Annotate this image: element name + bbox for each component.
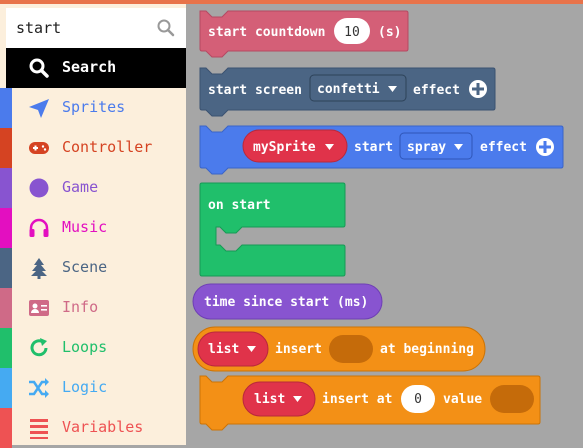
category-label: Variables <box>62 418 144 436</box>
block-label: insert <box>275 342 322 357</box>
block-suffix: at beginning <box>380 342 474 357</box>
circle-icon <box>29 178 49 198</box>
category-stripe <box>0 168 12 208</box>
category-label: Controller <box>62 138 153 156</box>
category-sprites[interactable]: Sprites <box>0 88 186 128</box>
category-scene[interactable]: Scene <box>0 248 186 288</box>
time-since-start-block[interactable]: time since start (ms) <box>192 283 383 320</box>
toolbox: Search Sprites Controller Game <box>0 4 186 448</box>
category-stripe <box>0 248 12 288</box>
block-label: time since start (ms) <box>204 295 368 310</box>
category-label: Music <box>62 218 108 236</box>
category-game[interactable]: Game <box>0 168 186 208</box>
category-logic[interactable]: Logic <box>0 368 186 408</box>
category-stripe <box>0 88 12 128</box>
block-suffix: effect <box>413 83 460 98</box>
toolbox-search[interactable] <box>6 8 186 48</box>
block-suffix: effect <box>480 140 527 155</box>
block-label: insert at <box>322 392 392 407</box>
category-search[interactable]: Search <box>6 48 186 88</box>
block-workspace[interactable]: start countdown 10 (s) start screen conf… <box>186 4 583 445</box>
add-parameter-icon[interactable] <box>469 80 487 98</box>
value-input-slot[interactable] <box>490 385 534 413</box>
shuffle-icon <box>29 378 49 398</box>
start-countdown-block[interactable]: start countdown 10 (s) <box>199 10 409 58</box>
block-label: start <box>354 140 393 155</box>
headphones-icon <box>29 218 49 237</box>
value-input-slot[interactable] <box>329 335 373 363</box>
list-icon <box>30 419 48 439</box>
category-label: Scene <box>62 258 108 276</box>
refresh-icon <box>30 338 48 357</box>
list-var-name: list <box>208 342 239 357</box>
sprite-effect-value: spray <box>407 140 446 155</box>
block-label: on start <box>208 198 271 213</box>
countdown-value: 10 <box>344 25 360 40</box>
list-insert-at-beginning-block[interactable]: list insert at beginning <box>192 326 486 372</box>
add-parameter-icon[interactable] <box>536 138 554 156</box>
screen-effect-value: confetti <box>317 82 380 97</box>
category-variables[interactable]: Variables <box>0 408 186 448</box>
workspace-canvas: start countdown 10 (s) start screen conf… <box>192 10 564 431</box>
category-controller[interactable]: Controller <box>0 128 186 168</box>
block-label: start screen <box>208 83 302 98</box>
sprite-start-effect-block[interactable]: mySprite start spray effect <box>199 125 564 175</box>
block-suffix: value <box>443 392 482 407</box>
index-value: 0 <box>414 392 422 407</box>
category-stripe <box>0 128 12 168</box>
category-label: Logic <box>62 378 108 396</box>
search-input[interactable] <box>16 16 146 40</box>
id-card-icon <box>29 300 49 316</box>
category-label: Loops <box>62 338 108 356</box>
category-stripe <box>0 368 12 408</box>
paper-plane-icon <box>29 99 49 118</box>
on-start-block[interactable]: on start <box>199 182 346 277</box>
list-var-name: list <box>254 392 285 407</box>
category-stripe <box>0 208 12 248</box>
category-loops[interactable]: Loops <box>0 328 186 368</box>
category-label: Search <box>62 58 117 76</box>
category-music[interactable]: Music <box>0 208 186 248</box>
block-label: start countdown <box>208 25 325 40</box>
countdown-unit: (s) <box>378 25 401 40</box>
search-icon[interactable] <box>156 18 176 38</box>
category-stripe <box>0 328 12 368</box>
gamepad-icon <box>29 142 49 154</box>
start-screen-effect-block[interactable]: start screen confetti effect <box>199 67 496 117</box>
category-label: Game <box>62 178 99 196</box>
category-label: Sprites <box>62 98 126 116</box>
category-stripe <box>0 408 12 448</box>
category-stripe <box>0 288 12 328</box>
category-info[interactable]: Info <box>0 288 186 328</box>
search-icon <box>29 58 49 78</box>
list-insert-at-index-block[interactable]: list insert at 0 value <box>199 375 541 431</box>
category-label: Info <box>62 298 99 316</box>
tree-icon <box>31 258 47 279</box>
sprite-name: mySprite <box>253 140 316 155</box>
